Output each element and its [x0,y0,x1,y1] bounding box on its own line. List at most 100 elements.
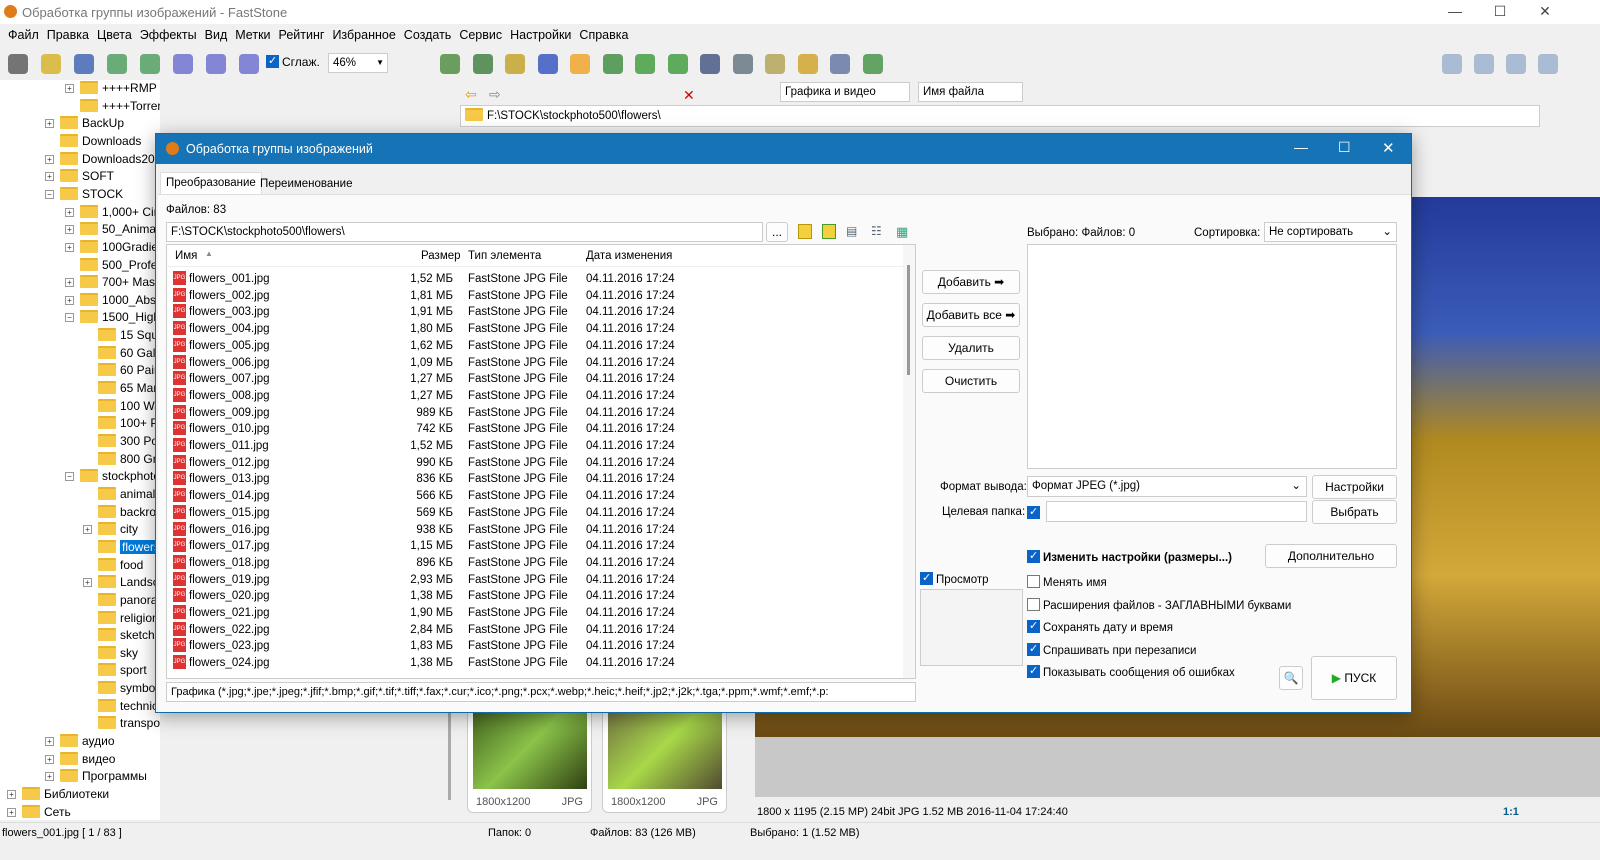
selection-icon[interactable] [400,54,420,74]
file-row[interactable]: JPG flowers_009.jpg 989 КБ FastStone JPG Fi… [173,404,903,422]
minimize-button[interactable]: — [1440,3,1470,19]
menu-item[interactable]: Рейтинг [279,26,325,44]
email-icon[interactable] [732,54,753,74]
tree-item[interactable]: panorama [98,592,160,609]
preview-search-icon[interactable]: 🔍 [1279,666,1303,690]
file-row[interactable]: JPG flowers_006.jpg 1,09 МБ FastStone JPG F… [173,354,903,372]
expand-icon[interactable]: + [45,172,54,182]
clear-button[interactable]: Очистить [922,369,1020,393]
tree-item[interactable]: sketch [98,627,155,644]
choose-folder-button[interactable]: Выбрать [1312,500,1397,524]
tree-item[interactable]: backround [98,504,160,521]
column-name[interactable]: Имя [175,250,197,262]
option-checkbox[interactable]: Расширения файлов - ЗАГЛАВНЫМИ буквами [1027,597,1291,612]
resize-icon[interactable] [472,54,493,74]
tree-item[interactable]: аудио [60,733,115,750]
file-row[interactable]: JPG flowers_018.jpg 896 КБ FastStone JPG Fi… [173,554,903,572]
expand-icon[interactable]: + [45,737,54,747]
checkbox-box[interactable] [1027,575,1040,588]
tree-item[interactable]: 1500_High_ [80,309,160,326]
start-button[interactable]: ▶ ПУСК [1311,656,1397,700]
format-settings-button[interactable]: Настройки [1312,475,1397,499]
rotate-left-icon[interactable] [635,54,655,74]
print-icon[interactable] [830,54,850,74]
file-list-scrollbar[interactable] [903,245,915,678]
tree-item[interactable]: technic [98,698,158,715]
file-row[interactable]: JPG flowers_003.jpg 1,91 МБ FastStone JPG F… [173,304,903,321]
tree-item[interactable]: city [98,521,138,538]
tree-item[interactable]: 300 Poly [98,433,160,450]
refresh-icon[interactable] [822,224,836,239]
tree-item[interactable]: sky [98,645,138,662]
menu-item[interactable]: Создать [404,26,452,44]
tree-item[interactable]: 100 Water [98,398,160,415]
preview-checkbox[interactable]: Просмотр [920,571,989,586]
checkbox-box[interactable] [1027,619,1040,634]
path-field[interactable]: F:\STOCK\stockphoto500\flowers\ [460,105,1540,127]
crop-icon[interactable] [505,54,525,74]
file-row[interactable]: JPG flowers_021.jpg 1,90 МБ FastStone JPG F… [173,605,903,622]
camera-icon[interactable] [8,54,28,74]
source-path-field[interactable]: F:\STOCK\stockphoto500\flowers\ [166,222,763,242]
delete-icon[interactable]: ✕ [683,87,695,104]
file-row[interactable]: JPG flowers_017.jpg 1,15 МБ FastStone JPG F… [173,538,903,555]
thumbnail-view-icon[interactable]: ▦ [896,224,908,240]
batch-icon[interactable] [862,54,883,74]
file-row[interactable]: JPG flowers_002.jpg 1,81 МБ FastStone JPG F… [173,287,903,305]
list-view-icon[interactable]: ▤ [846,224,857,238]
file-row[interactable]: JPG flowers_012.jpg 990 КБ FastStone JPG Fi… [173,454,903,472]
view-thumbs-icon[interactable] [1474,54,1494,74]
details-view-icon[interactable]: ☷ [871,224,882,238]
folder-up-icon[interactable] [798,224,812,239]
zoom-out-icon[interactable] [206,54,226,74]
column-date[interactable]: Дата изменения [586,250,672,262]
back-arrow-icon[interactable]: ⇦ [465,86,477,103]
collapse-icon[interactable]: − [45,189,54,199]
menu-item[interactable]: Сервис [459,26,502,44]
file-row[interactable]: JPG flowers_011.jpg 1,52 МБ FastStone JPG F… [173,438,903,455]
expand-icon[interactable]: + [65,295,74,305]
save-icon[interactable] [74,54,94,74]
tree-item[interactable]: 500_Professional [80,257,160,274]
dialog-close-button[interactable]: ✕ [1382,139,1395,157]
file-row[interactable]: JPG flowers_015.jpg 569 КБ FastStone JPG Fi… [173,504,903,522]
advanced-button[interactable]: Дополнительно [1265,544,1397,568]
view-list-icon[interactable] [1442,54,1462,74]
tree-item[interactable]: religion [98,610,159,627]
tree-item[interactable]: 50_Animated [80,221,160,238]
menu-item[interactable]: Цвета [97,26,132,44]
file-row[interactable]: JPG flowers_024.jpg 1,38 МБ FastStone JPG F… [173,655,903,672]
file-row[interactable]: JPG flowers_010.jpg 742 КБ FastStone JPG Fi… [173,421,903,438]
file-row[interactable]: JPG flowers_016.jpg 938 КБ FastStone JPG Fi… [173,521,903,539]
filter-select[interactable]: Графика и видео [780,82,910,102]
slideshow-icon[interactable] [440,54,460,74]
menu-item[interactable]: Вид [205,26,228,44]
dialog-maximize-button[interactable]: ☐ [1338,139,1351,156]
actual-size-button[interactable]: 1:1 [1503,806,1519,818]
tree-item[interactable]: Программы [60,768,147,785]
option-checkbox[interactable]: Спрашивать при перезаписи [1027,642,1196,657]
thumbnail[interactable]: 1800x1200 JPG [602,700,727,813]
column-size[interactable]: Размер [421,250,461,262]
menu-item[interactable]: Справка [579,26,628,44]
dialog-minimize-button[interactable]: — [1294,139,1308,155]
tree-item[interactable]: 800 Gradient [98,451,160,468]
menu-item[interactable]: Правка [47,26,89,44]
tree-item[interactable]: stockphoto500 [80,468,160,485]
sun-icon[interactable] [570,54,590,74]
file-row[interactable]: JPG flowers_008.jpg 1,27 МБ FastStone JPG F… [173,387,903,405]
forward-icon[interactable] [140,54,160,74]
expand-icon[interactable]: + [45,754,54,764]
menu-item[interactable]: Эффекты [140,26,197,44]
smooth-checkbox[interactable]: Сглаж. [266,54,320,69]
option-checkbox[interactable]: Менять имя [1027,575,1107,589]
file-row[interactable]: JPG flowers_005.jpg 1,62 МБ FastStone JPG F… [173,337,903,355]
target-folder-checkbox[interactable] [1027,505,1043,520]
expand-icon[interactable]: + [45,154,54,164]
fullscreen-icon[interactable] [1538,54,1558,74]
maximize-button[interactable]: ☐ [1485,3,1515,20]
draw-icon[interactable] [765,54,785,74]
file-row[interactable]: JPG flowers_014.jpg 566 КБ FastStone JPG Fi… [173,488,903,505]
expand-icon[interactable]: + [45,119,54,129]
file-row[interactable]: JPG flowers_001.jpg 1,52 МБ FastStone JPG F… [173,271,903,288]
